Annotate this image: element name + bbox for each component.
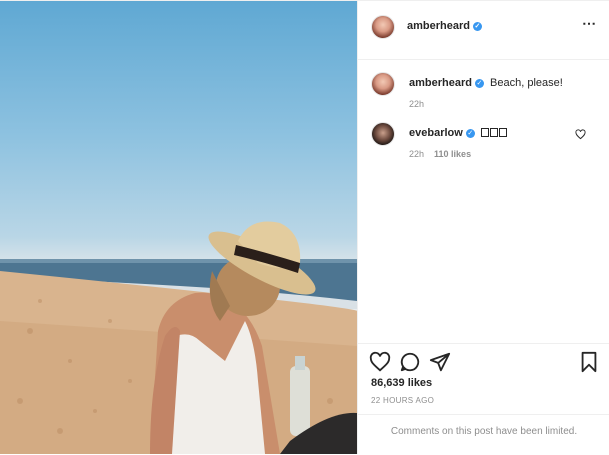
more-options-icon[interactable]: ⋯ [582,15,596,32]
verified-badge-icon: ✓ [474,79,484,88]
verified-badge-icon: ✓ [472,22,482,31]
post-timestamp[interactable]: 22 HOURS AGO [371,396,434,405]
post-actions-section: 86,639 likes 22 HOURS AGO Comments on th… [358,343,609,454]
comment-time[interactable]: 22h [409,149,424,159]
comment-text: Beach, please! [490,77,563,89]
comment-like-heart-icon[interactable] [575,129,586,140]
post-container: amberheard ✓ ⋯ amberheard ✓ Beach, please!… [0,0,609,454]
comment-meta: 22h 110 likes [409,149,471,159]
comment-emoji-text [480,127,507,139]
emoji-placeholder-icon [480,128,507,137]
commenter-avatar[interactable] [371,122,395,146]
author-username-text[interactable]: amberheard [407,20,470,32]
verified-badge-icon: ✓ [465,129,475,138]
heart-icon[interactable] [369,351,391,373]
commenter-avatar[interactable] [371,72,395,96]
beach-scene-image [0,221,357,454]
post-header: amberheard ✓ ⋯ [358,1,609,60]
post-side-panel: amberheard ✓ ⋯ amberheard ✓ Beach, please!… [357,1,609,454]
comment-line: amberheard ✓ Beach, please! [409,77,563,89]
comment-icon[interactable] [399,351,421,373]
comments-limited-notice: Comments on this post have been limited. [358,414,609,455]
comment-line: evebarlow ✓ [409,127,507,139]
share-icon[interactable] [429,351,451,373]
comment-meta: 22h [409,99,424,109]
bookmark-icon[interactable] [578,351,600,373]
comment-like-count[interactable]: 110 likes [434,149,471,159]
likes-count[interactable]: 86,639 likes [371,377,432,389]
author-username[interactable]: amberheard ✓ [407,20,482,32]
commenter-username[interactable]: amberheard [409,77,472,89]
author-avatar[interactable] [371,15,395,39]
post-photo[interactable] [0,1,357,454]
commenter-username[interactable]: evebarlow [409,127,463,139]
comment-time[interactable]: 22h [409,99,424,109]
